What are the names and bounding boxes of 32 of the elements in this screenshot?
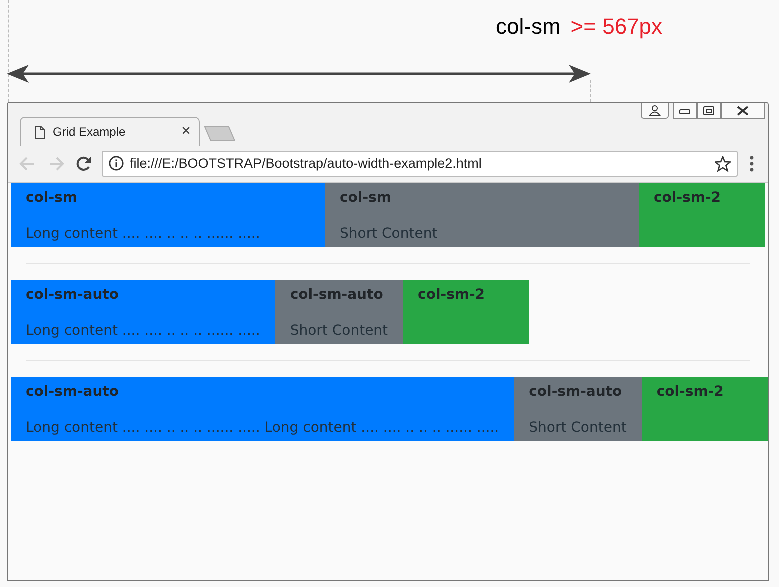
page-icon (35, 126, 45, 138)
column-text: Long content .... .... .. .. .. ...... ..... (26, 225, 262, 244)
minimize-button[interactable] (673, 103, 697, 119)
bookmark-star-icon[interactable] (715, 156, 731, 172)
breakpoint-label: col-sm (496, 14, 561, 40)
column-title: col-sm-auto (529, 383, 624, 402)
maximize-icon (703, 106, 715, 116)
maximize-button[interactable] (697, 103, 721, 119)
person-icon (649, 105, 661, 116)
info-icon (109, 156, 124, 171)
column-title: col-sm-auto (26, 286, 120, 305)
column-title: col-sm-2 (656, 383, 725, 402)
column-text: Long content .... .... .. .. .. ...... ..... Long content .... .... .. .. .. ...... ..... (26, 419, 500, 438)
address-bar[interactable]: file:///E:/BOOTSTRAP/Bootstrap/auto-width-example2.html (102, 150, 738, 176)
close-button[interactable] (721, 103, 765, 119)
profile-button[interactable] (641, 103, 669, 119)
column-title: col-sm (340, 189, 392, 208)
column-title: col-sm (26, 189, 78, 208)
column-title: col-sm-auto (290, 286, 384, 305)
browser-tab[interactable]: Grid Example × (20, 117, 200, 146)
column-text: Long content .... .... .. .. .. ...... ..... (26, 322, 260, 341)
column-text: Short Content (340, 225, 439, 244)
tab-close-button[interactable]: × (182, 123, 191, 141)
column-title: col-sm-auto (26, 383, 120, 402)
minimize-icon (679, 106, 691, 114)
column-title: col-sm-2 (654, 189, 722, 208)
column-title: col-sm-2 (418, 286, 486, 305)
column-text: Short Content (290, 322, 388, 341)
breakpoint-value: >= 567px (570, 14, 663, 40)
tab-title: Grid Example (53, 125, 127, 139)
column-text: Short Content (529, 419, 627, 438)
close-icon (737, 106, 749, 116)
